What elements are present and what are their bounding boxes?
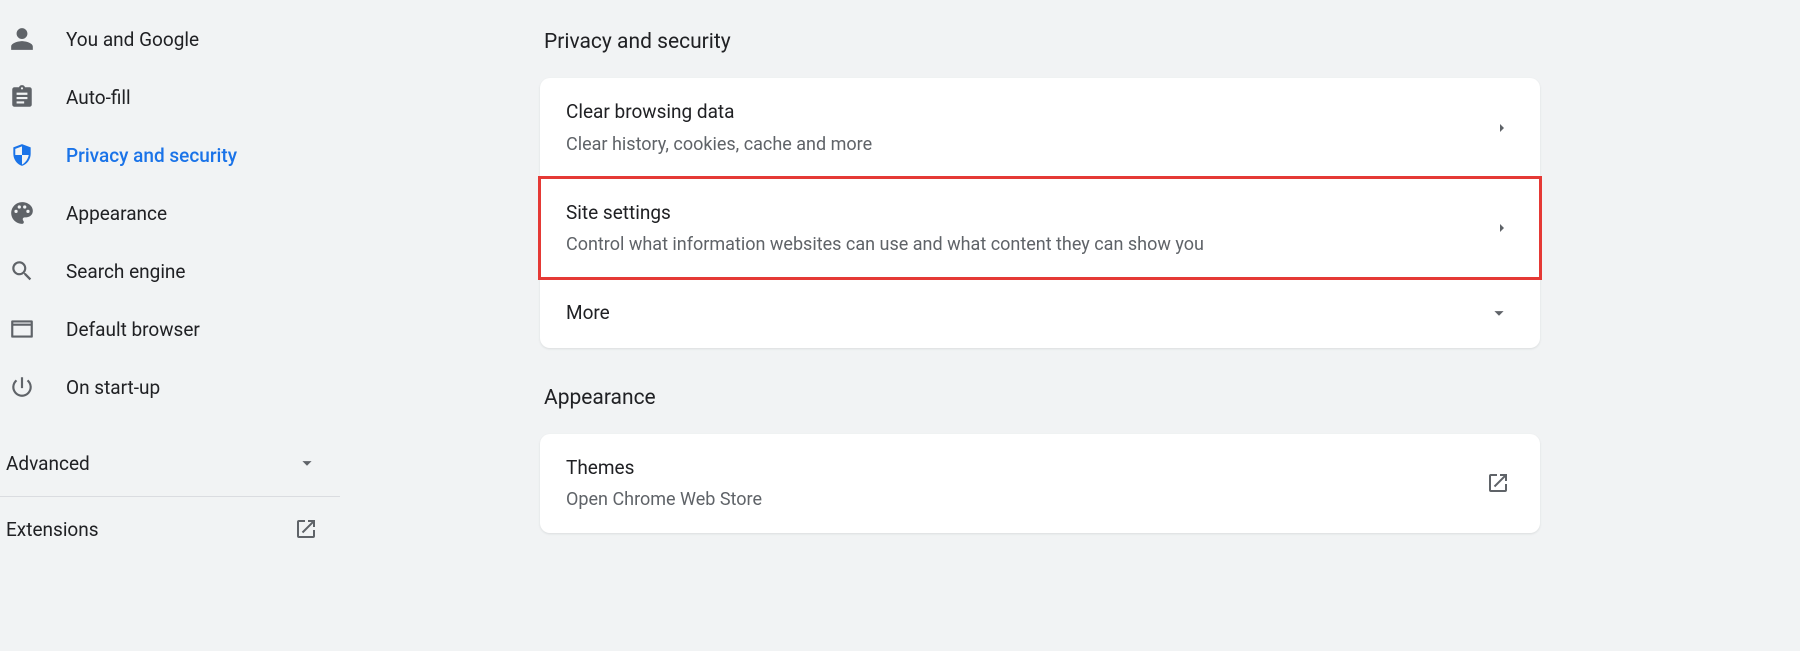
row-subtitle: Clear history, cookies, cache and more <box>566 131 872 158</box>
sidebar-extensions-link[interactable]: Extensions <box>0 497 340 561</box>
sidebar-item-label: You and Google <box>66 28 199 51</box>
sidebar-item-label: Privacy and security <box>66 144 237 167</box>
section-title-privacy: Privacy and security <box>544 30 1540 54</box>
sidebar-advanced-toggle[interactable]: Advanced <box>0 434 340 492</box>
sidebar-item-you-and-google[interactable]: You and Google <box>0 10 340 68</box>
advanced-label: Advanced <box>6 452 90 475</box>
chevron-down-icon <box>296 452 318 474</box>
palette-icon <box>8 199 36 227</box>
open-in-new-icon <box>294 517 318 541</box>
chevron-right-icon <box>1494 120 1510 136</box>
sidebar-item-on-start-up[interactable]: On start-up <box>0 358 340 416</box>
row-title: Site settings <box>566 199 1204 228</box>
row-title: More <box>566 299 610 328</box>
row-site-settings[interactable]: Site settings Control what information w… <box>540 178 1540 279</box>
sidebar-item-auto-fill[interactable]: Auto-fill <box>0 68 340 126</box>
row-subtitle: Open Chrome Web Store <box>566 486 762 513</box>
sidebar-item-label: Default browser <box>66 318 200 341</box>
extensions-label: Extensions <box>6 518 99 541</box>
sidebar-item-label: Appearance <box>66 202 167 225</box>
sidebar-item-label: Auto-fill <box>66 86 131 109</box>
sidebar-item-label: On start-up <box>66 376 160 399</box>
sidebar-item-search-engine[interactable]: Search engine <box>0 242 340 300</box>
section-title-appearance: Appearance <box>544 386 1540 410</box>
settings-main: Privacy and security Clear browsing data… <box>340 0 1800 651</box>
shield-icon <box>8 141 36 169</box>
row-subtitle: Control what information websites can us… <box>566 231 1204 258</box>
row-clear-browsing-data[interactable]: Clear browsing data Clear history, cooki… <box>540 78 1540 178</box>
privacy-card: Clear browsing data Clear history, cooki… <box>540 78 1540 348</box>
chevron-down-icon <box>1488 302 1510 324</box>
row-title: Themes <box>566 454 762 483</box>
browser-icon <box>8 315 36 343</box>
sidebar-item-appearance[interactable]: Appearance <box>0 184 340 242</box>
row-title: Clear browsing data <box>566 98 872 127</box>
row-themes[interactable]: Themes Open Chrome Web Store <box>540 434 1540 534</box>
sidebar-item-label: Search engine <box>66 260 186 283</box>
power-icon <box>8 373 36 401</box>
row-more[interactable]: More <box>540 278 1540 348</box>
chevron-right-icon <box>1494 220 1510 236</box>
clipboard-icon <box>8 83 36 111</box>
sidebar-item-default-browser[interactable]: Default browser <box>0 300 340 358</box>
open-in-new-icon <box>1486 471 1510 495</box>
sidebar-item-privacy-and-security[interactable]: Privacy and security <box>0 126 340 184</box>
person-icon <box>8 25 36 53</box>
settings-sidebar: You and Google Auto-fill Privacy and sec… <box>0 0 340 651</box>
appearance-card: Themes Open Chrome Web Store <box>540 434 1540 534</box>
search-icon <box>8 257 36 285</box>
